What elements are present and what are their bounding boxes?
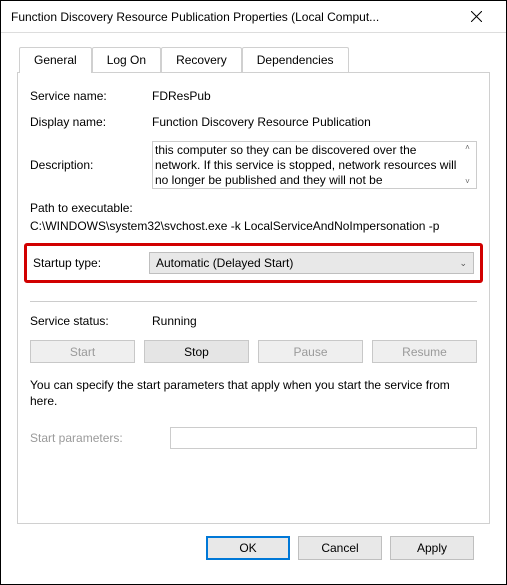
tabstrip: General Log On Recovery Dependencies [19,47,490,72]
start-parameters-label: Start parameters: [30,431,170,445]
startup-type-value: Automatic (Delayed Start) [156,256,293,270]
resume-button: Resume [372,340,477,363]
chevron-down-icon: ⌄ [459,258,467,269]
window-title: Function Discovery Resource Publication … [11,10,456,24]
service-status-value: Running [152,314,477,328]
service-name-label: Service name: [30,89,152,103]
description-text: this computer so they can be discovered … [153,142,459,188]
display-name-value: Function Discovery Resource Publication [152,115,477,129]
tab-dependencies[interactable]: Dependencies [242,47,349,72]
scroll-down-icon[interactable]: ˅ [465,178,470,186]
service-buttons: Start Stop Pause Resume [30,340,477,363]
startup-type-highlight: Startup type: Automatic (Delayed Start) … [24,243,483,283]
tab-general[interactable]: General [19,47,92,73]
dialog-content: General Log On Recovery Dependencies Ser… [1,33,506,572]
description-row: Description: this computer so they can b… [30,141,477,189]
display-name-row: Display name: Function Discovery Resourc… [30,115,477,129]
service-name-value: FDResPub [152,89,477,103]
path-label: Path to executable: [30,201,477,215]
scroll-up-icon[interactable]: ˄ [465,144,470,152]
display-name-label: Display name: [30,115,152,129]
description-box: this computer so they can be discovered … [152,141,477,189]
description-label: Description: [30,158,152,172]
path-block: Path to executable: C:\WINDOWS\system32\… [30,201,477,233]
divider [30,301,477,302]
ok-button[interactable]: OK [206,536,290,560]
titlebar: Function Discovery Resource Publication … [1,1,506,33]
service-status-label: Service status: [30,314,152,328]
service-name-row: Service name: FDResPub [30,89,477,103]
start-parameters-row: Start parameters: [30,427,477,449]
dialog-buttons: OK Cancel Apply [17,524,490,560]
start-button: Start [30,340,135,363]
cancel-button[interactable]: Cancel [298,536,382,560]
tab-panel-general: Service name: FDResPub Display name: Fun… [17,72,490,524]
startup-type-combo[interactable]: Automatic (Delayed Start) ⌄ [149,252,474,274]
tab-logon[interactable]: Log On [92,47,161,72]
path-value: C:\WINDOWS\system32\svchost.exe -k Local… [30,219,477,233]
service-status-row: Service status: Running [30,314,477,328]
start-parameters-input [170,427,477,449]
pause-button: Pause [258,340,363,363]
description-scrollbar[interactable]: ˄ ˅ [459,142,476,188]
tab-recovery[interactable]: Recovery [161,47,242,72]
close-icon [471,11,482,22]
startup-type-label: Startup type: [33,256,149,270]
apply-button[interactable]: Apply [390,536,474,560]
close-button[interactable] [456,2,496,32]
stop-button[interactable]: Stop [144,340,249,363]
parameters-note: You can specify the start parameters tha… [30,377,477,409]
